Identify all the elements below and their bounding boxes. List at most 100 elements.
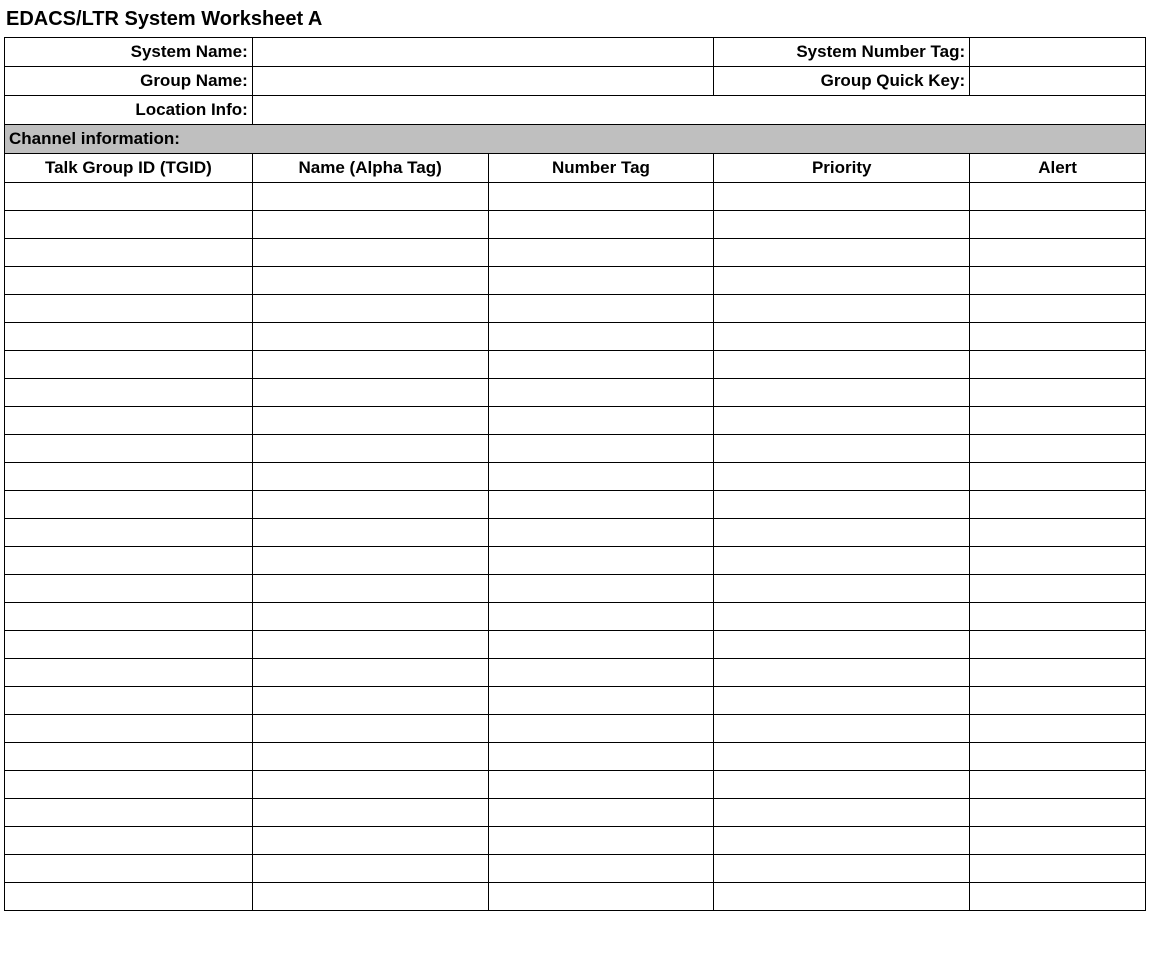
cell-alert[interactable] <box>970 827 1146 855</box>
cell-tgid[interactable] <box>5 519 253 547</box>
cell-number_tag[interactable] <box>488 659 714 687</box>
cell-alert[interactable] <box>970 323 1146 351</box>
cell-name[interactable] <box>252 631 488 659</box>
cell-priority[interactable] <box>714 239 970 267</box>
cell-tgid[interactable] <box>5 687 253 715</box>
cell-tgid[interactable] <box>5 351 253 379</box>
cell-number_tag[interactable] <box>488 631 714 659</box>
cell-alert[interactable] <box>970 407 1146 435</box>
cell-priority[interactable] <box>714 771 970 799</box>
cell-number_tag[interactable] <box>488 323 714 351</box>
cell-alert[interactable] <box>970 575 1146 603</box>
group-quick-key-value[interactable] <box>970 67 1146 96</box>
cell-priority[interactable] <box>714 547 970 575</box>
cell-priority[interactable] <box>714 379 970 407</box>
cell-priority[interactable] <box>714 407 970 435</box>
cell-tgid[interactable] <box>5 183 253 211</box>
cell-priority[interactable] <box>714 799 970 827</box>
cell-name[interactable] <box>252 351 488 379</box>
cell-alert[interactable] <box>970 463 1146 491</box>
cell-number_tag[interactable] <box>488 295 714 323</box>
cell-alert[interactable] <box>970 519 1146 547</box>
cell-tgid[interactable] <box>5 295 253 323</box>
cell-priority[interactable] <box>714 323 970 351</box>
cell-name[interactable] <box>252 659 488 687</box>
cell-alert[interactable] <box>970 799 1146 827</box>
cell-alert[interactable] <box>970 239 1146 267</box>
cell-priority[interactable] <box>714 883 970 911</box>
cell-name[interactable] <box>252 855 488 883</box>
system-name-value[interactable] <box>252 38 714 67</box>
cell-number_tag[interactable] <box>488 799 714 827</box>
cell-priority[interactable] <box>714 743 970 771</box>
cell-priority[interactable] <box>714 463 970 491</box>
cell-alert[interactable] <box>970 743 1146 771</box>
cell-alert[interactable] <box>970 351 1146 379</box>
cell-number_tag[interactable] <box>488 407 714 435</box>
cell-alert[interactable] <box>970 687 1146 715</box>
cell-name[interactable] <box>252 827 488 855</box>
location-info-value[interactable] <box>252 96 1145 125</box>
cell-number_tag[interactable] <box>488 603 714 631</box>
cell-alert[interactable] <box>970 603 1146 631</box>
cell-priority[interactable] <box>714 435 970 463</box>
cell-name[interactable] <box>252 687 488 715</box>
cell-number_tag[interactable] <box>488 211 714 239</box>
cell-number_tag[interactable] <box>488 883 714 911</box>
cell-tgid[interactable] <box>5 211 253 239</box>
cell-alert[interactable] <box>970 379 1146 407</box>
cell-name[interactable] <box>252 575 488 603</box>
cell-name[interactable] <box>252 883 488 911</box>
system-number-tag-value[interactable] <box>970 38 1146 67</box>
cell-tgid[interactable] <box>5 267 253 295</box>
cell-name[interactable] <box>252 267 488 295</box>
cell-number_tag[interactable] <box>488 267 714 295</box>
cell-alert[interactable] <box>970 183 1146 211</box>
cell-tgid[interactable] <box>5 463 253 491</box>
cell-name[interactable] <box>252 239 488 267</box>
cell-name[interactable] <box>252 603 488 631</box>
cell-number_tag[interactable] <box>488 687 714 715</box>
cell-name[interactable] <box>252 323 488 351</box>
cell-alert[interactable] <box>970 435 1146 463</box>
cell-alert[interactable] <box>970 547 1146 575</box>
cell-alert[interactable] <box>970 855 1146 883</box>
cell-tgid[interactable] <box>5 631 253 659</box>
cell-tgid[interactable] <box>5 435 253 463</box>
cell-number_tag[interactable] <box>488 575 714 603</box>
cell-priority[interactable] <box>714 603 970 631</box>
cell-name[interactable] <box>252 743 488 771</box>
cell-number_tag[interactable] <box>488 435 714 463</box>
cell-priority[interactable] <box>714 519 970 547</box>
cell-number_tag[interactable] <box>488 547 714 575</box>
cell-name[interactable] <box>252 183 488 211</box>
cell-alert[interactable] <box>970 211 1146 239</box>
cell-tgid[interactable] <box>5 603 253 631</box>
cell-tgid[interactable] <box>5 659 253 687</box>
cell-alert[interactable] <box>970 491 1146 519</box>
cell-priority[interactable] <box>714 183 970 211</box>
cell-name[interactable] <box>252 295 488 323</box>
cell-number_tag[interactable] <box>488 463 714 491</box>
cell-tgid[interactable] <box>5 575 253 603</box>
cell-tgid[interactable] <box>5 239 253 267</box>
cell-alert[interactable] <box>970 295 1146 323</box>
cell-name[interactable] <box>252 407 488 435</box>
cell-tgid[interactable] <box>5 491 253 519</box>
cell-number_tag[interactable] <box>488 491 714 519</box>
cell-tgid[interactable] <box>5 547 253 575</box>
cell-number_tag[interactable] <box>488 239 714 267</box>
cell-priority[interactable] <box>714 575 970 603</box>
cell-tgid[interactable] <box>5 771 253 799</box>
cell-tgid[interactable] <box>5 799 253 827</box>
cell-alert[interactable] <box>970 659 1146 687</box>
cell-priority[interactable] <box>714 267 970 295</box>
cell-tgid[interactable] <box>5 379 253 407</box>
cell-number_tag[interactable] <box>488 771 714 799</box>
cell-number_tag[interactable] <box>488 351 714 379</box>
cell-alert[interactable] <box>970 267 1146 295</box>
cell-number_tag[interactable] <box>488 183 714 211</box>
cell-number_tag[interactable] <box>488 855 714 883</box>
cell-priority[interactable] <box>714 631 970 659</box>
cell-name[interactable] <box>252 463 488 491</box>
